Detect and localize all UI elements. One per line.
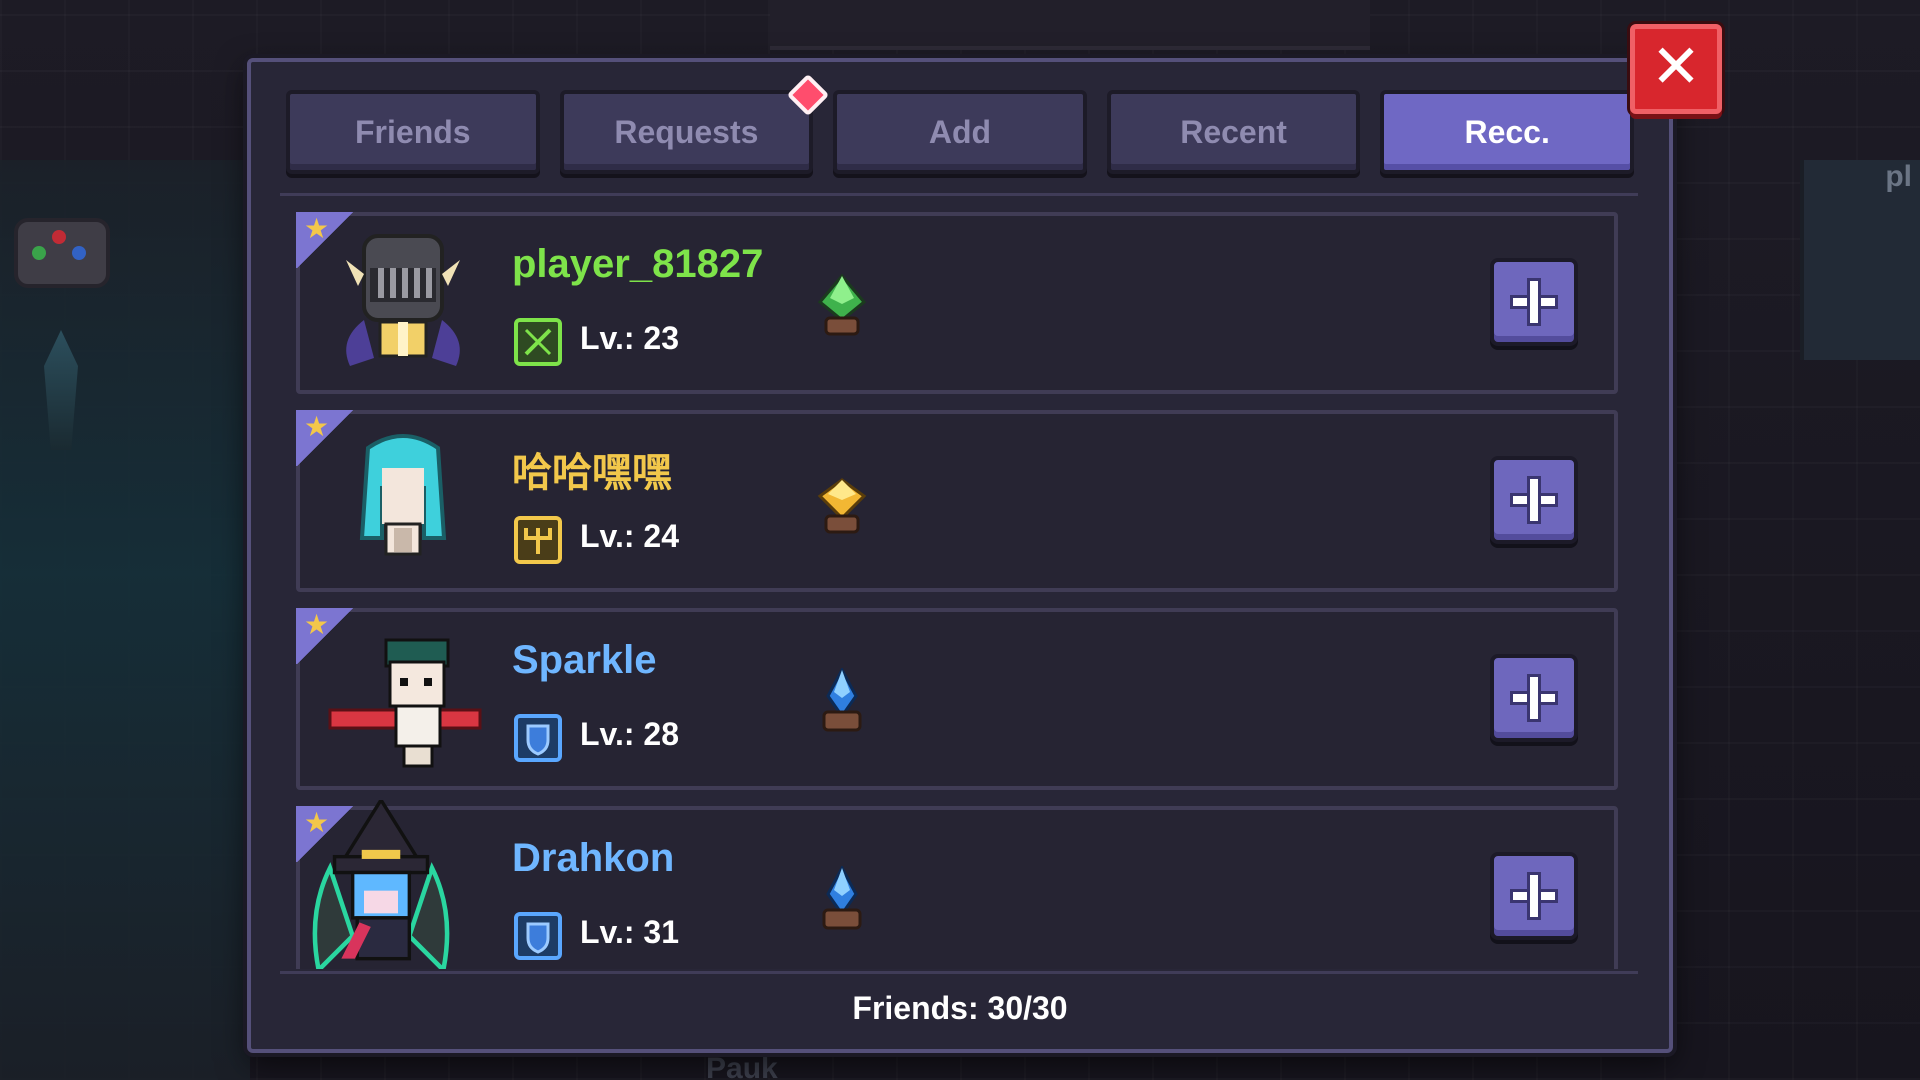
tab-recent-label: Recent: [1180, 113, 1287, 150]
shield-icon: [514, 714, 562, 762]
divider: [280, 193, 1638, 196]
add-friend-button[interactable]: [1490, 456, 1578, 544]
player-row: ★ Sparkle Lv.: 28: [296, 608, 1618, 790]
player-list[interactable]: ★ player_81827 Lv.: 23 ★ 哈哈嘿嘿 Lv.: 24 ★ …: [296, 212, 1618, 969]
add-friend-button[interactable]: [1490, 258, 1578, 346]
player-row: ★ Drahkon Lv.: 31: [296, 800, 1618, 969]
player-name: Sparkle: [512, 638, 657, 682]
player-row: ★ player_81827 Lv.: 23: [296, 212, 1618, 394]
tab-friends[interactable]: Friends: [286, 90, 540, 174]
gold-gem-icon: [817, 478, 867, 534]
shield-icon: [514, 912, 562, 960]
tab-add-label: Add: [928, 113, 992, 150]
trident-icon: [514, 516, 562, 564]
blue-gem-icon: [822, 866, 862, 930]
plus-icon-vertical: [1527, 872, 1541, 920]
cyan-hair-avatar-icon: [359, 434, 447, 556]
sword-icon: [514, 318, 562, 366]
player-name: Drahkon: [512, 836, 675, 880]
player-level: Lv.: 31: [580, 914, 679, 950]
background-left-area: [0, 160, 250, 1080]
tab-recommended-label: Recc.: [1464, 113, 1550, 150]
background-bottom-text: Pauk: [706, 1052, 778, 1080]
player-row: ★ 哈哈嘿嘿 Lv.: 24: [296, 410, 1618, 592]
green-gem-icon: [817, 273, 867, 336]
tab-requests-label: Requests: [614, 113, 759, 150]
add-friend-button[interactable]: [1490, 852, 1578, 940]
witch-hat-avatar-icon: [312, 800, 450, 969]
background-right-text: pl: [1885, 160, 1912, 193]
player-name: player_81827: [512, 242, 764, 286]
knight-helmet-avatar-icon: [346, 234, 460, 366]
plus-icon-vertical: [1527, 674, 1541, 722]
tab-requests[interactable]: Requests: [559, 73, 830, 174]
divider: [280, 971, 1638, 974]
player-name: 哈哈嘿嘿: [512, 451, 672, 495]
blue-gem-icon: [822, 668, 862, 732]
tab-recent[interactable]: Recent: [1106, 90, 1361, 174]
plus-icon-vertical: [1527, 278, 1541, 326]
tab-recommended[interactable]: Recc.: [1380, 90, 1634, 174]
swordsman-avatar-icon: [328, 638, 482, 768]
close-button[interactable]: ✕: [1630, 24, 1722, 114]
star-icon: ★: [304, 410, 330, 443]
friends-count: Friends: 30/30: [852, 990, 1068, 1026]
tab-bar: Friends Requests Add Recent Recc.: [286, 73, 1634, 178]
player-level: Lv.: 23: [580, 320, 679, 356]
tab-add[interactable]: Add: [833, 90, 1087, 174]
star-icon: ★: [304, 212, 330, 245]
add-friend-button[interactable]: [1490, 654, 1578, 742]
tab-friends-label: Friends: [355, 113, 471, 150]
player-level: Lv.: 28: [580, 716, 679, 752]
background-wall: [770, 0, 1370, 50]
close-icon: ✕: [1650, 32, 1702, 102]
plus-icon-vertical: [1527, 476, 1541, 524]
background-controller-icon: [14, 218, 110, 288]
player-level: Lv.: 24: [580, 518, 679, 554]
